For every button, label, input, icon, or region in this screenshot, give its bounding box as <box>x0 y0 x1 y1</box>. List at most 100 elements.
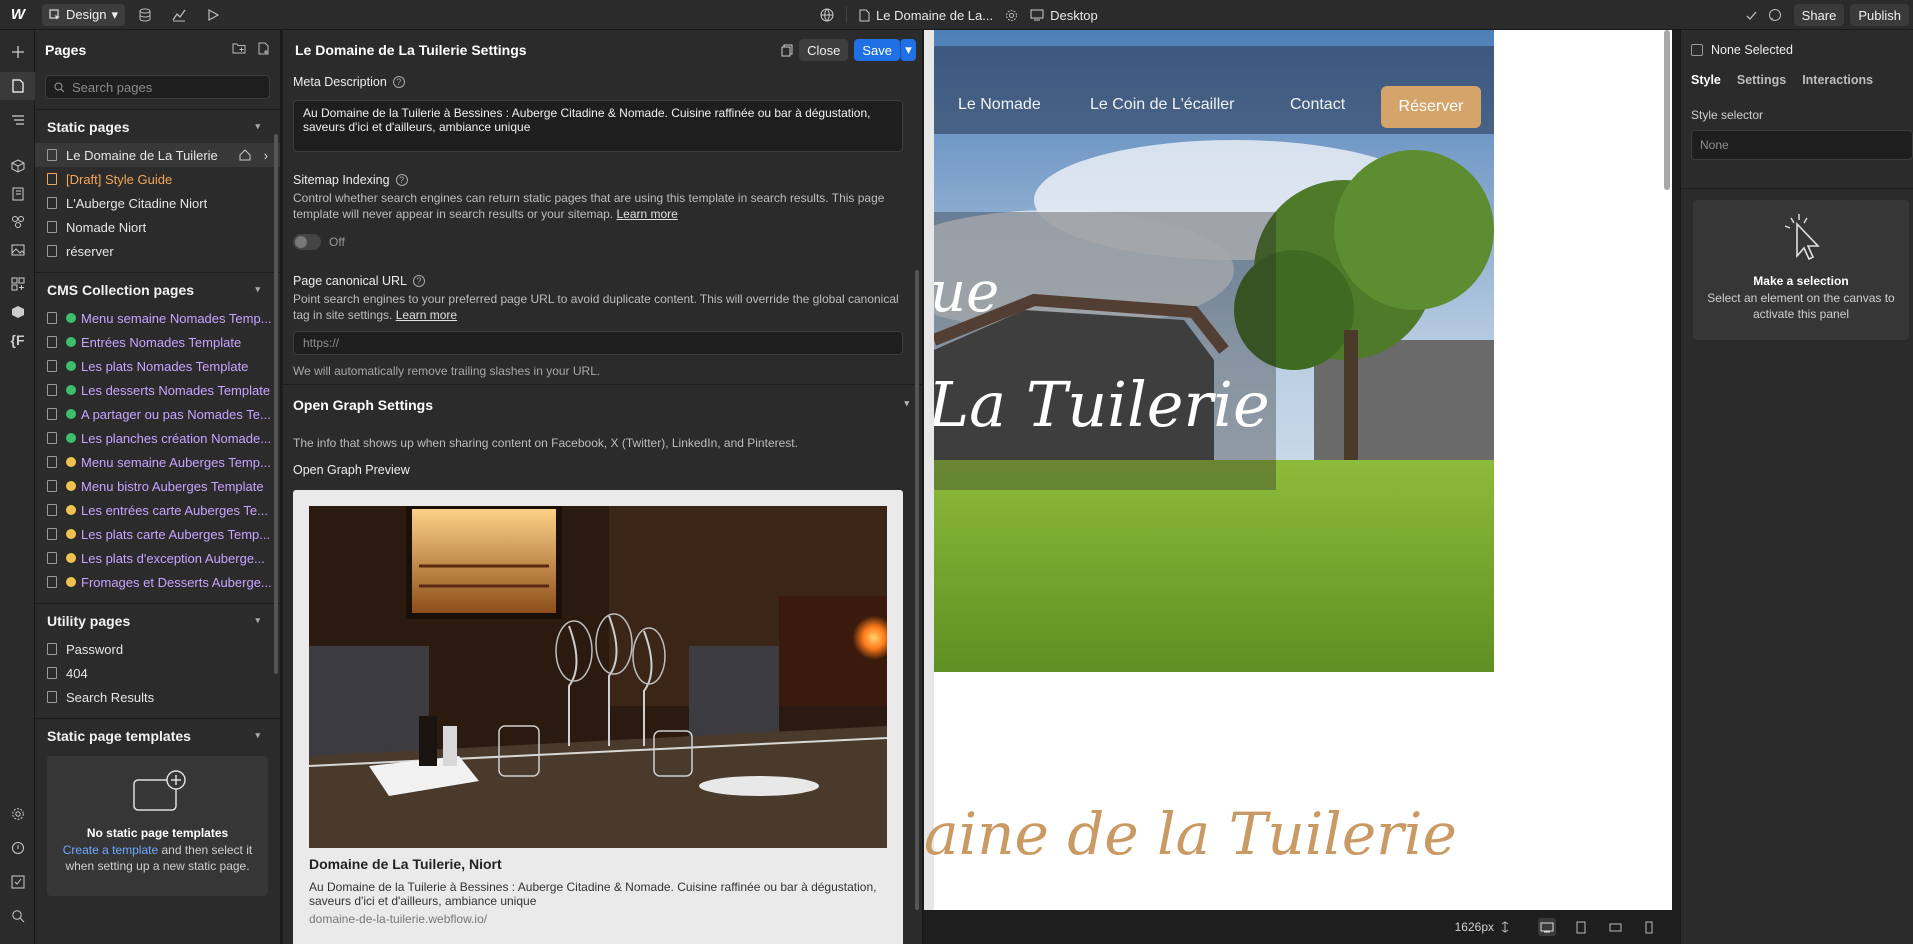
list-item[interactable]: Search Results <box>35 685 280 709</box>
list-item[interactable]: Menu semaine Nomades Temp... <box>35 306 280 330</box>
list-item[interactable]: Les plats Nomades Template <box>35 354 280 378</box>
tab-interactions[interactable]: Interactions <box>1802 73 1873 87</box>
search-icon[interactable] <box>0 902 35 930</box>
style-selector-input[interactable]: None <box>1691 130 1913 160</box>
design-canvas[interactable]: Le Nomade Le Coin de L'écailler Contact … <box>924 30 1672 944</box>
list-item[interactable]: Les planches création Nomade... <box>35 426 280 450</box>
navigator-icon[interactable] <box>0 106 35 134</box>
nav-link-nomade[interactable]: Le Nomade <box>958 96 1041 114</box>
check-icon[interactable] <box>1745 9 1758 22</box>
publish-button[interactable]: Publish <box>1850 4 1909 26</box>
canonical-help: Point search engines to your preferred p… <box>293 291 903 323</box>
variables-icon[interactable] <box>0 208 35 236</box>
list-item[interactable]: Menu bistro Auberges Template <box>35 474 280 498</box>
webflow-logo-icon[interactable]: W <box>0 0 36 30</box>
close-button[interactable]: Close <box>799 39 849 61</box>
desktop-breakpoint-icon[interactable] <box>1030 9 1044 21</box>
settings-gear-icon[interactable] <box>0 800 35 828</box>
list-item[interactable]: Entrées Nomades Template <box>35 330 280 354</box>
code-icon[interactable]: {F <box>0 326 35 354</box>
utility-pages-section[interactable]: Utility pages ▾ <box>35 603 280 637</box>
static-pages-section[interactable]: Static pages ▾ <box>35 109 280 143</box>
pages-scrollbar[interactable] <box>274 134 278 674</box>
help-icon[interactable]: ? <box>392 76 405 88</box>
audit-icon[interactable] <box>0 834 35 862</box>
tablet-breakpoint-icon[interactable] <box>1572 918 1590 936</box>
hero-text-overlay[interactable] <box>934 212 1276 490</box>
sitemap-toggle[interactable]: Off <box>293 230 903 254</box>
list-item[interactable]: 404 <box>35 661 280 685</box>
pages-icon[interactable] <box>0 72 35 100</box>
mobile-landscape-icon[interactable] <box>1606 918 1624 936</box>
hero-heading-line2[interactable]: La Tuilerie <box>934 368 1270 441</box>
nav-link-contact[interactable]: Contact <box>1290 96 1345 114</box>
settings-scrollbar[interactable] <box>915 270 919 910</box>
globe-icon[interactable] <box>820 8 834 22</box>
status-dot-icon <box>66 385 76 395</box>
new-folder-icon[interactable] <box>232 42 246 55</box>
search-pages-input[interactable]: Search pages <box>45 75 270 99</box>
create-template-link[interactable]: Create a template <box>63 843 158 857</box>
pages-panel: Pages Search pages Static pages ▾ Le Dom… <box>35 30 281 944</box>
apps-icon[interactable] <box>0 270 35 298</box>
new-page-icon[interactable] <box>258 42 270 55</box>
empty-selection-state: Make a selection Select an element on th… <box>1693 200 1909 340</box>
canonical-url-input[interactable]: https:// <box>293 331 903 355</box>
help-icon[interactable]: ? <box>412 275 425 287</box>
toggle-switch[interactable] <box>293 234 321 250</box>
cms-icon[interactable] <box>0 180 35 208</box>
list-item[interactable]: L'Auberge Citadine Niort <box>35 191 280 215</box>
section-heading[interactable]: aine de la Tuilerie <box>924 800 1457 868</box>
box-icon[interactable] <box>0 298 35 326</box>
tab-settings[interactable]: Settings <box>1737 73 1786 87</box>
save-options-chevron-icon[interactable]: ▾ <box>900 39 916 61</box>
mobile-portrait-icon[interactable] <box>1640 918 1658 936</box>
add-icon[interactable] <box>0 38 35 66</box>
site-navbar[interactable]: Le Nomade Le Coin de L'écailler Contact … <box>934 46 1494 134</box>
assets-icon[interactable] <box>0 236 35 264</box>
open-graph-section-header[interactable]: Open Graph Settings ▾ <box>283 384 922 424</box>
comment-icon[interactable] <box>1768 8 1782 22</box>
breakpoint-label[interactable]: Desktop <box>1050 8 1098 23</box>
canvas-scrollbar[interactable] <box>1664 30 1670 190</box>
preview-play-icon[interactable] <box>193 0 233 30</box>
desktop-breakpoint-icon[interactable] <box>1538 918 1556 936</box>
video-icon[interactable] <box>0 936 35 944</box>
resize-icon[interactable] <box>1500 921 1510 933</box>
list-item[interactable]: Les desserts Nomades Template <box>35 378 280 402</box>
reserver-button[interactable]: Réserver <box>1381 86 1481 128</box>
checklist-icon[interactable] <box>0 868 35 896</box>
list-item[interactable]: Le Domaine de La Tuilerie › <box>35 143 280 167</box>
list-item[interactable]: [Draft] Style Guide <box>35 167 280 191</box>
gear-icon[interactable] <box>1005 9 1018 22</box>
templates-section[interactable]: Static page templates ▾ <box>35 718 280 752</box>
chevron-right-icon[interactable]: › <box>264 148 268 163</box>
list-item[interactable]: Fromages et Desserts Auberge... <box>35 570 280 594</box>
meta-description-field[interactable]: Au Domaine de la Tuilerie à Bessines : A… <box>293 100 903 152</box>
nav-link-ecailler[interactable]: Le Coin de L'écailler <box>1090 96 1234 114</box>
list-item-label: A partager ou pas Nomades Te... <box>81 406 271 422</box>
mode-dropdown[interactable]: Design ▾ <box>42 3 125 26</box>
list-item[interactable]: Les plats carte Auberges Temp... <box>35 522 280 546</box>
save-button[interactable]: Save <box>854 39 900 61</box>
search-placeholder: Search pages <box>72 79 153 95</box>
learn-more-link[interactable]: Learn more <box>616 207 677 221</box>
share-button[interactable]: Share <box>1793 4 1845 26</box>
help-icon[interactable]: ? <box>395 174 408 186</box>
list-item[interactable]: Menu semaine Auberges Temp... <box>35 450 280 474</box>
list-item[interactable]: Les plats d'exception Auberge... <box>35 546 280 570</box>
tab-style[interactable]: Style <box>1691 73 1721 87</box>
learn-more-link[interactable]: Learn more <box>396 308 457 322</box>
hero-section[interactable]: Le Nomade Le Coin de L'écailler Contact … <box>934 30 1494 672</box>
list-item[interactable]: réserver <box>35 239 280 263</box>
list-item[interactable]: Nomade Niort <box>35 215 280 239</box>
hero-heading-line1[interactable]: ue <box>934 260 999 325</box>
components-icon[interactable] <box>0 152 35 180</box>
list-item[interactable]: Password <box>35 637 280 661</box>
current-page-name[interactable]: Le Domaine de La... <box>876 8 993 23</box>
copy-icon[interactable] <box>781 44 793 57</box>
list-item[interactable]: A partager ou pas Nomades Te... <box>35 402 280 426</box>
selection-checkbox[interactable] <box>1691 44 1703 56</box>
cms-pages-section[interactable]: CMS Collection pages ▾ <box>35 272 280 306</box>
list-item[interactable]: Les entrées carte Auberges Te... <box>35 498 280 522</box>
